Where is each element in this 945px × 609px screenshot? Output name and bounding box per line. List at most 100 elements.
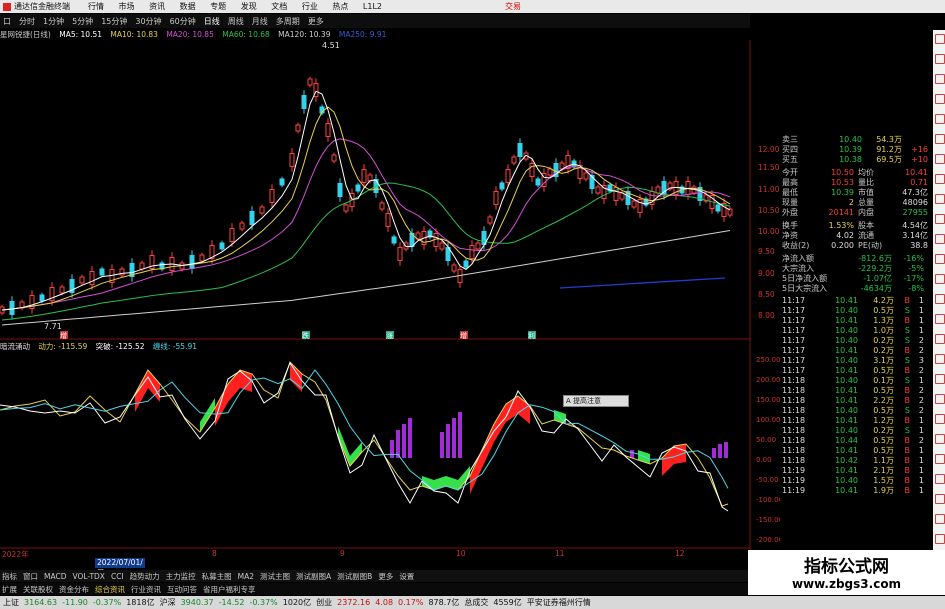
tick-s: B: [904, 436, 911, 445]
menu-item[interactable]: L1L2: [363, 2, 382, 11]
side-tool-icon[interactable]: [935, 514, 945, 524]
side-tool-icon[interactable]: [935, 494, 945, 504]
candlestick-chart[interactable]: 4.51 7.71 增 跌 涨 增 利 12.00 11.50 11.00 10…: [0, 40, 780, 340]
indicator-tab[interactable]: 设置: [399, 571, 414, 582]
index-label[interactable]: 沪深: [160, 597, 176, 608]
indicator-tab[interactable]: MACD: [44, 572, 66, 581]
stock-label: 星网锐捷(日线): [0, 30, 51, 39]
ext-link[interactable]: 综合资讯: [95, 584, 125, 595]
index-value: 2372.16: [337, 598, 371, 607]
side-tool-icon[interactable]: [935, 534, 945, 544]
time-tick: 2022年: [2, 550, 29, 559]
candle-body: [385, 213, 391, 227]
period-item[interactable]: 5分钟: [72, 16, 93, 27]
indicator-tab[interactable]: CCI: [111, 572, 124, 581]
menu-item[interactable]: 发现: [241, 2, 257, 11]
indicator-tab[interactable]: VOL-TDX: [72, 572, 104, 581]
indicator-tab[interactable]: 趋势动力: [130, 571, 160, 582]
indicator-tab[interactable]: 窗口: [23, 571, 38, 582]
side-tool-icon[interactable]: [935, 54, 945, 64]
side-tool-icon[interactable]: [935, 34, 945, 44]
period-item[interactable]: 月线: [252, 16, 268, 27]
side-tool-icon[interactable]: [935, 454, 945, 464]
event-marker[interactable]: 跌: [302, 331, 309, 340]
index-label[interactable]: 上证: [3, 597, 19, 608]
ext-link[interactable]: 行业资讯: [131, 584, 161, 595]
event-marker[interactable]: 涨: [386, 331, 393, 340]
period-item[interactable]: 1分钟: [43, 16, 64, 27]
side-tool-icon[interactable]: [935, 174, 945, 184]
index-value: 3164.63: [24, 598, 58, 607]
menu-item[interactable]: 数据: [180, 2, 196, 11]
flow-value: -1.07亿: [863, 274, 892, 283]
tick-s: B: [904, 446, 911, 455]
side-tool-icon[interactable]: [935, 474, 945, 484]
oscillator-chart[interactable]: 250.00 200.00 150.00 100.00 50.00 0.00 -…: [0, 340, 780, 550]
side-tool-icon[interactable]: [935, 94, 945, 104]
side-tool-icon[interactable]: [935, 154, 945, 164]
side-tool-icon[interactable]: [935, 234, 945, 244]
side-tool-icon[interactable]: [935, 314, 945, 324]
indicator-tab[interactable]: 指标: [2, 571, 17, 582]
side-tool-icon[interactable]: [935, 434, 945, 444]
indicator-tab[interactable]: 更多: [378, 571, 393, 582]
side-tool-icon[interactable]: [935, 214, 945, 224]
alert-tooltip[interactable]: A 提高注意: [563, 395, 629, 407]
period-item[interactable]: 周线: [228, 16, 244, 27]
index-label[interactable]: 创业: [316, 597, 332, 608]
indicator-tab[interactable]: 私募主图: [202, 571, 232, 582]
order-book-row: 买五 10.38 69.5万 +10: [782, 155, 930, 165]
side-tool-icon[interactable]: [935, 334, 945, 344]
menu-item[interactable]: 专题: [210, 2, 226, 11]
period-item[interactable]: 更多: [308, 16, 324, 27]
indicator-tab[interactable]: MA2: [238, 572, 254, 581]
indicator-tab[interactable]: 测试主图: [260, 571, 290, 582]
tick-s: B: [904, 296, 911, 305]
side-tool-icon[interactable]: [935, 414, 945, 424]
tick-t: 11:18: [782, 376, 806, 385]
period-item[interactable]: 多周期: [276, 16, 300, 27]
menu-item[interactable]: 文档: [271, 2, 287, 11]
menu-item[interactable]: 市场: [119, 2, 135, 11]
side-tool-icon[interactable]: [935, 134, 945, 144]
indicator-tab[interactable]: 测试副图B: [337, 571, 372, 582]
period-item[interactable]: 30分钟: [135, 16, 161, 27]
ext-link[interactable]: 关联股权: [23, 584, 53, 595]
ext-link[interactable]: 省用户福利专享: [203, 584, 256, 595]
event-marker[interactable]: 利: [528, 331, 535, 340]
period-item-active[interactable]: 日线: [204, 16, 220, 27]
side-tool-icon[interactable]: [935, 354, 945, 364]
ext-link[interactable]: 资金分布: [59, 584, 89, 595]
side-tool-icon[interactable]: [935, 194, 945, 204]
period-item[interactable]: 口: [3, 16, 11, 27]
side-tool-icon[interactable]: [935, 254, 945, 264]
side-tool-icon[interactable]: [935, 274, 945, 284]
side-tool-icon[interactable]: [935, 374, 945, 384]
period-item[interactable]: 15分钟: [101, 16, 127, 27]
side-tool-icon[interactable]: [935, 114, 945, 124]
trade-button[interactable]: 交易: [505, 1, 521, 12]
event-marker[interactable]: 增: [460, 331, 467, 340]
side-tool-icon[interactable]: [935, 294, 945, 304]
side-tool-icon[interactable]: [935, 74, 945, 84]
tick-row: 11:17 10.41 0.5万 B 2: [782, 366, 930, 376]
menu-item[interactable]: 行业: [302, 2, 318, 11]
tick-row: 11:17 10.40 3.1万 S 3: [782, 356, 930, 366]
period-item[interactable]: 分时: [19, 16, 35, 27]
menu-item[interactable]: 行情: [88, 2, 104, 11]
ext-link[interactable]: 互动问答: [167, 584, 197, 595]
indicator-tab[interactable]: 测试副图A: [296, 571, 331, 582]
index-label[interactable]: 总成交: [464, 597, 488, 608]
ext-link[interactable]: 扩展: [2, 584, 17, 595]
indicator-tab[interactable]: 主力监控: [166, 571, 196, 582]
period-item[interactable]: 60分钟: [170, 16, 196, 27]
menu-item[interactable]: 资讯: [149, 2, 165, 11]
menu-item[interactable]: 热点: [332, 2, 348, 11]
time-tick: 12: [675, 549, 685, 558]
side-tool-icon[interactable]: [935, 394, 945, 404]
stat-value: 10.50: [831, 168, 854, 177]
order-price: 10.39: [839, 145, 862, 154]
tick-n: 2: [918, 396, 924, 405]
cursor-date-box: 2022/07/01/五: [95, 558, 145, 577]
event-marker[interactable]: 增: [60, 331, 67, 340]
